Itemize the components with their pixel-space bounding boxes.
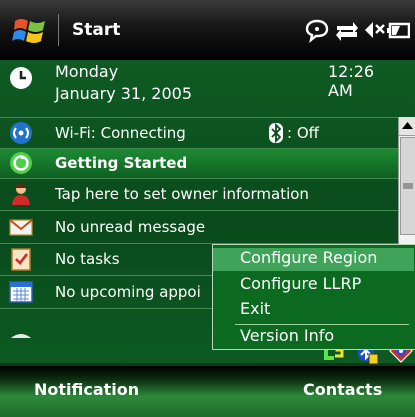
tasks-label: No tasks bbox=[55, 250, 120, 268]
envelope-icon bbox=[9, 219, 33, 236]
windows-start-flag-icon[interactable] bbox=[12, 14, 48, 48]
status-icon-group bbox=[305, 18, 410, 44]
scroll-up-button[interactable] bbox=[399, 117, 415, 136]
messages-item[interactable]: No unread message bbox=[0, 211, 398, 243]
getting-started-label: Getting Started bbox=[55, 154, 188, 172]
today-screen: Start Monday January 31, 2005 12:26 AM W… bbox=[0, 0, 415, 417]
messages-label: No unread message bbox=[55, 218, 206, 236]
date-time-item[interactable]: Monday January 31, 2005 12:26 AM bbox=[0, 60, 398, 117]
owner-person-icon bbox=[12, 183, 30, 205]
menu-item-configure-region[interactable]: Configure Region bbox=[213, 248, 414, 271]
calendar-icon bbox=[9, 281, 33, 303]
time-label: 12:26 AM bbox=[328, 62, 375, 100]
connectivity-arrows-icon[interactable] bbox=[335, 18, 359, 44]
owner-info-label: Tap here to set owner information bbox=[55, 185, 309, 203]
appointments-label: No upcoming appoi bbox=[55, 283, 201, 301]
scroll-thumb[interactable] bbox=[400, 137, 415, 235]
owner-info-item[interactable]: Tap here to set owner information bbox=[0, 179, 398, 210]
menu-separator bbox=[235, 324, 409, 325]
softkey-contacts[interactable]: Contacts bbox=[303, 380, 382, 399]
arrow-up-icon bbox=[402, 122, 413, 129]
wifi-item[interactable]: Wi-Fi: Connecting : Off bbox=[0, 118, 398, 148]
clock-icon bbox=[10, 67, 32, 89]
softkey-notification[interactable]: Notification bbox=[34, 380, 139, 399]
day-label: Monday bbox=[55, 62, 119, 81]
page-title: Start bbox=[72, 20, 121, 40]
getting-started-item[interactable]: Getting Started bbox=[0, 149, 398, 178]
bluetooth-status: : Off bbox=[287, 124, 319, 142]
menu-item-configure-llrp[interactable]: Configure LLRP bbox=[213, 274, 414, 297]
menu-item-exit[interactable]: Exit bbox=[213, 299, 414, 322]
wireless-icon bbox=[10, 122, 32, 144]
tasks-clipboard-icon bbox=[11, 248, 31, 271]
context-menu: Configure Region Configure LLRP Exit Ver… bbox=[212, 244, 415, 350]
partial-icon bbox=[11, 334, 31, 338]
grip-lines-icon bbox=[403, 183, 413, 189]
menu-item-version-info[interactable]: Version Info bbox=[213, 326, 414, 349]
speech-bubble-icon[interactable] bbox=[305, 18, 329, 44]
title-divider bbox=[58, 14, 59, 46]
softkey-bar: Notification Contacts bbox=[0, 366, 415, 417]
title-bar: Start bbox=[0, 0, 415, 60]
bluetooth-icon bbox=[269, 123, 283, 143]
getting-started-icon bbox=[10, 152, 32, 174]
wifi-status: Wi-Fi: Connecting bbox=[55, 124, 186, 142]
date-label: January 31, 2005 bbox=[55, 84, 192, 103]
battery-icon[interactable] bbox=[387, 18, 410, 44]
speaker-muted-icon[interactable] bbox=[361, 18, 385, 44]
